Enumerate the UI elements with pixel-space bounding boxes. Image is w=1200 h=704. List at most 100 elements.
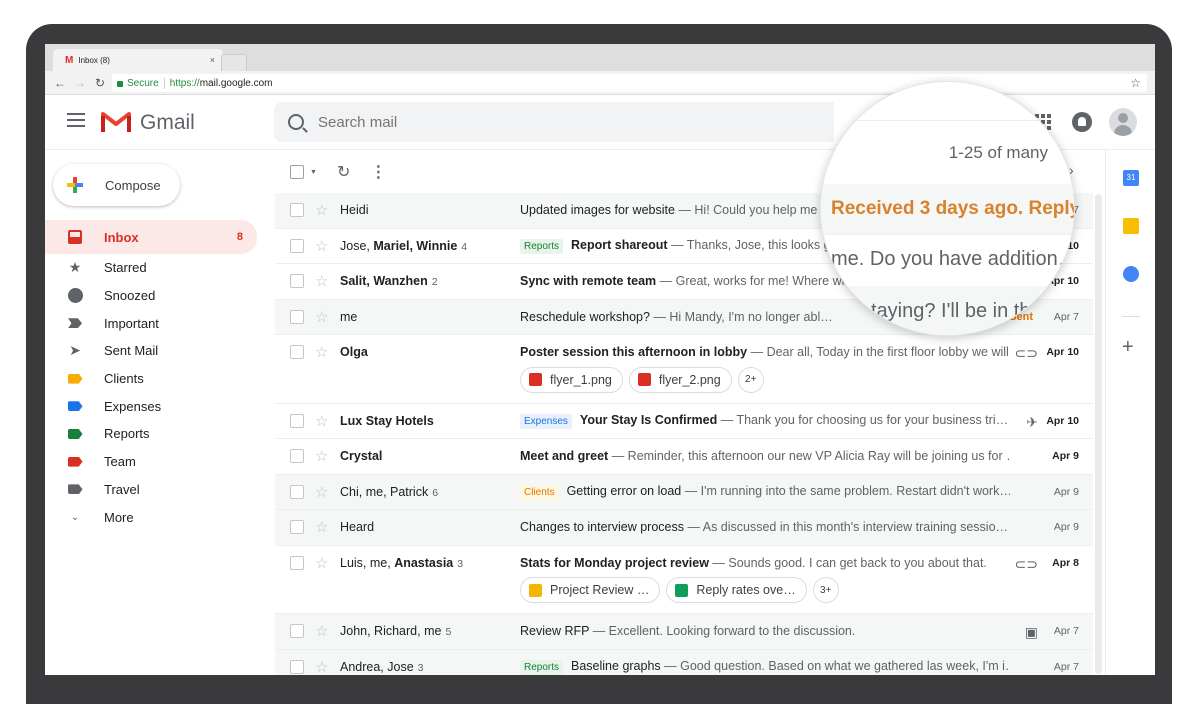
browser-tab[interactable]: M Inbox (8) × — [53, 49, 223, 71]
sidebar-item-important[interactable]: Important — [45, 309, 257, 337]
row-checkbox[interactable] — [290, 449, 304, 464]
row-checkbox[interactable] — [290, 413, 304, 428]
star-icon[interactable]: ☆ — [315, 343, 331, 361]
back-icon[interactable]: ← — [52, 76, 68, 90]
row-checkbox[interactable] — [290, 520, 304, 535]
scrollbar[interactable] — [1095, 194, 1102, 674]
clock-icon — [67, 288, 83, 304]
email-row[interactable]: ☆ John, Richard, me 5 Review RFP — Excell… — [275, 614, 1093, 650]
search-bar[interactable] — [274, 102, 834, 142]
forward-icon[interactable]: → — [72, 76, 88, 90]
notifications-icon[interactable] — [1072, 112, 1092, 132]
add-addon-icon[interactable]: + — [1122, 336, 1134, 359]
keep-icon[interactable] — [1123, 218, 1139, 234]
compose-button[interactable]: Compose — [53, 164, 180, 206]
label-tag[interactable]: Clients — [520, 484, 559, 500]
star-icon[interactable]: ☆ — [315, 622, 331, 640]
email-date: Apr 9 — [1053, 485, 1079, 498]
email-sender: Crystal — [340, 449, 383, 464]
search-input[interactable] — [318, 113, 718, 131]
email-date: Apr 8 — [1052, 556, 1079, 569]
star-icon[interactable]: ☆ — [315, 518, 331, 536]
email-row[interactable]: ☆ Olga Poster session this afternoon in … — [275, 335, 1093, 404]
side-panel: 31 + — [1105, 150, 1155, 675]
star-icon[interactable]: ☆ — [315, 447, 331, 465]
row-checkbox[interactable] — [290, 309, 304, 324]
label-tag[interactable]: Reports — [520, 659, 564, 675]
star-icon[interactable]: ☆ — [315, 201, 331, 219]
sidebar-item-reports[interactable]: Reports — [45, 420, 257, 448]
sidebar-item-team[interactable]: Team — [45, 448, 257, 476]
close-tab-icon[interactable]: × — [210, 55, 215, 65]
label-tag[interactable]: Expenses — [520, 413, 572, 429]
important-icon — [67, 315, 83, 331]
row-checkbox[interactable] — [290, 203, 304, 218]
sidebar-item-more[interactable]: ⌄ More — [45, 503, 257, 531]
email-row[interactable]: ☆ Chi, me, Patrick 6 Clients Getting error… — [275, 474, 1093, 510]
sidebar-item-starred[interactable]: ★ Starred — [45, 254, 257, 282]
attachment-chip[interactable]: Project Review … — [520, 577, 661, 603]
row-checkbox[interactable] — [290, 345, 304, 360]
bookmark-star-icon[interactable]: ☆ — [1130, 76, 1141, 90]
email-subject: Report shareout — [571, 237, 668, 252]
attachment-chip[interactable]: flyer_1.png — [520, 366, 623, 393]
tab-strip: M Inbox (8) × — [45, 44, 1155, 71]
row-checkbox[interactable] — [290, 238, 304, 253]
attachment-chip[interactable]: flyer_2.png — [628, 366, 732, 393]
select-dropdown-icon[interactable]: ▼ — [310, 169, 317, 176]
more-attachments-chip[interactable]: 2+ — [737, 366, 764, 393]
star-icon[interactable]: ☆ — [315, 237, 331, 255]
calendar-icon[interactable]: 31 — [1123, 170, 1139, 186]
new-tab-button[interactable] — [221, 54, 247, 71]
star-icon[interactable]: ☆ — [315, 412, 331, 430]
account-avatar[interactable] — [1109, 108, 1137, 136]
sidebar-item-sent[interactable]: ➤ Sent Mail — [45, 337, 257, 365]
side-panel-divider — [1122, 316, 1140, 317]
email-date: Apr 10 — [1046, 346, 1079, 358]
attachment-icon: ⊂⊃ — [1014, 555, 1038, 572]
sidebar-item-travel[interactable]: Travel — [45, 476, 257, 504]
email-content: Clients Getting error on load — I'm runni… — [520, 484, 1010, 500]
sidebar-item-snoozed[interactable]: Snoozed — [45, 282, 257, 310]
refresh-icon[interactable]: ↻ — [337, 162, 350, 182]
sidebar-item-inbox[interactable]: Inbox 8 — [45, 220, 257, 254]
tasks-icon[interactable] — [1123, 266, 1139, 282]
email-sender: Lux Stay Hotels — [340, 413, 434, 428]
row-checkbox[interactable] — [290, 659, 304, 674]
email-row[interactable]: ☆ Heard Changes to interview process — A… — [275, 510, 1093, 546]
email-row[interactable]: ☆ Andrea, Jose 3 Reports Baseline graphs —… — [275, 649, 1093, 675]
row-checkbox[interactable] — [290, 274, 304, 289]
star-icon[interactable]: ☆ — [315, 272, 331, 290]
row-checkbox[interactable] — [290, 484, 304, 499]
star-icon[interactable]: ☆ — [315, 308, 331, 326]
search-icon[interactable] — [288, 114, 304, 130]
more-attachments-chip[interactable]: 3+ — [812, 577, 839, 603]
sidebar-item-label: Inbox — [104, 229, 139, 245]
send-icon: ➤ — [69, 342, 81, 359]
attachment-chip[interactable]: Reply rates ove… — [666, 577, 807, 603]
email-row[interactable]: ☆ Luis, me, Anastasia 3 Stats for Monday … — [275, 545, 1093, 614]
label-tag[interactable]: Reports — [520, 238, 564, 254]
star-icon[interactable]: ☆ — [315, 483, 331, 501]
star-icon[interactable]: ☆ — [315, 658, 331, 675]
reload-icon[interactable]: ↻ — [92, 76, 108, 90]
row-checkbox[interactable] — [290, 555, 304, 570]
email-subject: Meet and greet — [520, 449, 609, 464]
sidebar-item-expenses[interactable]: Expenses — [45, 392, 257, 420]
star-icon[interactable]: ☆ — [315, 554, 331, 572]
email-row[interactable]: ☆ Crystal Meet and greet — Reminder, thi… — [275, 439, 1093, 475]
main-menu-icon[interactable] — [67, 113, 85, 131]
reply-nudge[interactable]: Received 3 days ago. Reply? — [831, 198, 1074, 220]
email-row[interactable]: ☆ Lux Stay Hotels Expenses Your Stay Is C… — [275, 403, 1093, 439]
label-icon — [67, 426, 83, 442]
sidebar-item-clients[interactable]: Clients — [45, 365, 257, 393]
image-file-icon — [529, 373, 542, 386]
more-options-icon[interactable]: ⋮ — [370, 162, 386, 182]
lock-icon — [117, 81, 123, 87]
select-all-checkbox[interactable] — [290, 165, 304, 179]
pagination-range: 1-25 of many — [948, 143, 1048, 162]
row-checkbox[interactable] — [290, 624, 304, 639]
email-subject: Review RFP — [520, 624, 590, 639]
email-snippet: — Sounds good. I can get back to you abo… — [708, 555, 987, 570]
email-date: Apr 9 — [1052, 450, 1079, 462]
